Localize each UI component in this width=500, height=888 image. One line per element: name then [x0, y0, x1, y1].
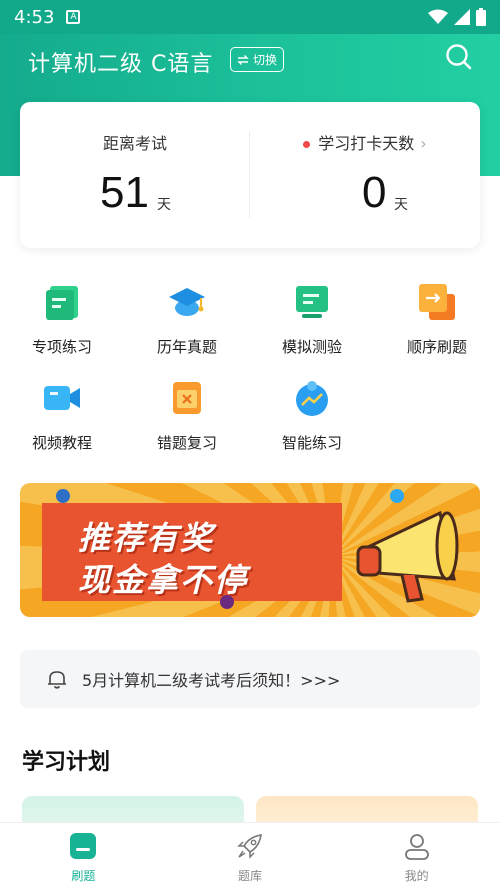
red-dot-icon — [303, 141, 311, 148]
rocket-icon — [237, 834, 262, 859]
pin-icon — [220, 595, 234, 609]
nav-question-bank[interactable]: 题库 — [167, 823, 334, 888]
checkin-label: 学习打卡天数 — [318, 134, 415, 153]
practice-tab-icon — [70, 833, 97, 859]
exam-countdown-label: 距离考试 — [102, 134, 167, 153]
checkin-label-row[interactable]: 学习打卡天数 › — [250, 130, 480, 154]
bottom-nav: 刷题 题库 我的 — [0, 822, 500, 888]
study-plan-title: 学习计划 — [22, 750, 111, 775]
feature-label: 模拟测验 — [281, 338, 342, 356]
checkin-unit: 天 — [394, 197, 408, 213]
feature-mock-test[interactable]: 模拟测验 — [262, 280, 362, 360]
smart-robot-icon — [296, 381, 328, 416]
feature-wrong-review[interactable]: 错题复习 — [137, 376, 237, 456]
exam-countdown-card: 距离考试 51 天 学习打卡天数 › 0 天 — [20, 102, 480, 248]
feature-label: 顺序刷题 — [406, 338, 467, 356]
feature-special-practice[interactable]: 专项练习 — [12, 280, 112, 360]
graduation-cap-icon — [169, 288, 205, 316]
feature-sequential[interactable]: 顺序刷题 — [387, 280, 487, 360]
nav-label: 题库 — [238, 869, 263, 883]
video-camera-icon — [44, 386, 80, 410]
wrong-box-icon — [173, 382, 201, 414]
megaphone-icon — [356, 510, 459, 603]
promo-banner[interactable]: 推荐有奖 现金拿不停 — [20, 483, 480, 617]
monitor-icon — [296, 286, 328, 318]
checkin-value: 0 — [362, 168, 387, 217]
nav-practice[interactable]: 刷题 — [0, 823, 167, 888]
banner-line1: 推荐有奖 — [78, 519, 215, 557]
bell-icon — [48, 671, 66, 689]
banner-line2: 现金拿不停 — [78, 561, 249, 599]
feature-label: 专项练习 — [31, 338, 92, 356]
doc-green-icon — [46, 286, 78, 320]
switch-subject-button[interactable]: 切换 — [230, 47, 285, 72]
checkin-days[interactable]: 学习打卡天数 › 0 天 — [250, 102, 480, 248]
status-icons — [428, 8, 486, 26]
exam-notice[interactable]: 5月计算机二级考试考后须知！>>> — [20, 650, 480, 708]
swap-icon — [237, 54, 249, 65]
feature-smart-practice[interactable]: 智能练习 — [262, 376, 362, 456]
battery-icon — [476, 8, 486, 26]
wifi-icon — [428, 9, 448, 24]
status-bar: 4:53 A — [0, 0, 500, 34]
arrow-card-icon — [419, 284, 455, 320]
nav-label: 刷题 — [71, 869, 96, 883]
notice-text: 5月计算机二级考试考后须知！>>> — [82, 671, 341, 690]
search-icon[interactable] — [444, 42, 474, 72]
user-icon — [404, 834, 429, 860]
nav-label: 我的 — [404, 869, 429, 883]
exam-countdown: 距离考试 51 天 — [20, 102, 250, 248]
exam-countdown-unit: 天 — [157, 197, 171, 213]
feature-label: 智能练习 — [281, 434, 342, 452]
switch-label: 切换 — [253, 53, 278, 67]
nav-profile[interactable]: 我的 — [333, 823, 500, 888]
feature-label: 历年真题 — [156, 338, 217, 356]
page-title: 计算机二级 C语言 — [28, 52, 214, 77]
pin-icon — [56, 489, 70, 503]
feature-label: 视频教程 — [31, 434, 92, 452]
notification-icon: A — [66, 10, 81, 24]
pin-icon — [390, 489, 404, 503]
status-time: 4:53 — [14, 6, 55, 28]
feature-label: 错题复习 — [156, 434, 217, 452]
feature-past-exams[interactable]: 历年真题 — [137, 280, 237, 360]
chevron-right-icon: › — [420, 134, 427, 153]
exam-countdown-value: 51 — [100, 168, 149, 217]
feature-video[interactable]: 视频教程 — [12, 376, 112, 456]
signal-icon — [454, 9, 470, 25]
